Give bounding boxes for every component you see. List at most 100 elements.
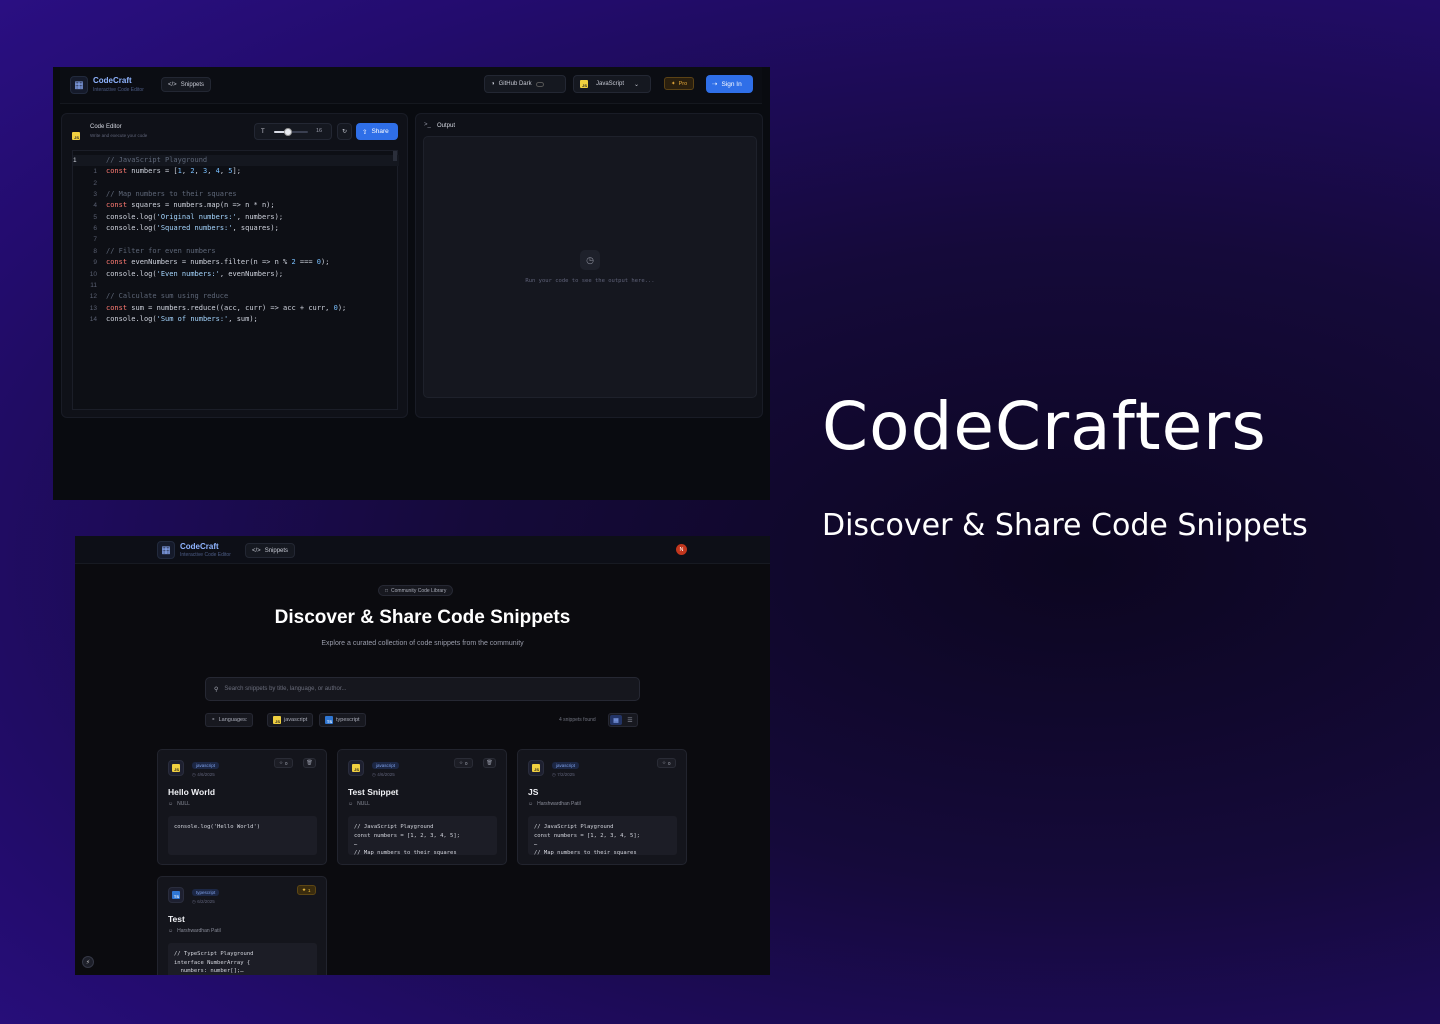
snippet-title[interactable]: Test [168,914,185,924]
brand-name[interactable]: CodeCraft [93,76,132,85]
languages-label-text: Languages: [218,717,248,723]
typescript-icon: TS [168,887,184,903]
editor-scrollbar[interactable] [393,151,397,161]
line-number: 13 [89,304,97,312]
list-view-icon[interactable]: ☰ [624,715,636,725]
line-number: 14 [89,315,97,323]
language-badge: javascript [372,762,400,769]
snippet-card[interactable]: JS javascript ◷ 4/6/2025 ☆ 0 🗑 Hello World ☺ NUL… [157,749,327,865]
page-subtitle: Explore a curated collection of code sni… [321,640,524,647]
search-input[interactable]: ⚲ Search snippets by title, language, or… [205,677,640,701]
search-placeholder: Search snippets by title, language, or a… [224,686,347,692]
reset-icon: ↻ [341,129,348,135]
font-size-slider[interactable] [274,128,308,136]
code-line: const squares = numbers.map(n => n * n); [106,201,275,210]
sign-in-button[interactable]: ⇢ Sign In [706,75,753,93]
code-preview[interactable]: console.log('Hello World') [168,816,317,855]
pro-badge[interactable]: ✦ Pro [664,77,695,90]
editor-panel: JS Code Editor Write and execute your co… [61,113,408,418]
snippet-date: ◷ 6/2/2025 [192,899,215,905]
code-line: console.log('Original numbers:', numbers… [106,212,284,221]
snippets-nav-button[interactable]: </> Snippets [245,543,296,558]
star-icon: ★ [302,887,307,892]
author-name: Harshwardhan Patil [537,801,581,807]
editor-header: ▦ CodeCraft Interactive Code Editor </> … [60,67,762,104]
code-preview[interactable]: // TypeScript Playground interface Numbe… [168,943,317,975]
output-panel: >_ Output ◷ Run your code to see the out… [415,113,763,418]
snippets-nav-label: Snippets [264,547,289,554]
theme-toggle-icon [535,81,544,87]
snippet-author: ☺ NULL [348,801,370,807]
snippets-nav-button[interactable]: </> Snippets [161,77,212,92]
snippet-title[interactable]: Hello World [168,787,215,797]
font-size-slider-knob[interactable] [283,128,292,136]
star-button[interactable]: ☆ 0 [657,758,676,768]
delete-button[interactable]: 🗑 [303,758,316,768]
editor-title: Code Editor [90,124,122,130]
date-text: 6/2/2025 [197,899,215,904]
line-number: 7 [93,236,97,244]
snippets-header: ▦ CodeCraft Interactive Code Editor </> … [75,536,770,564]
snippet-title[interactable]: Test Snippet [348,787,398,797]
star-button[interactable]: ★ 1 [297,885,316,895]
reset-button[interactable]: ↻ [337,123,352,140]
avatar[interactable]: N [676,544,687,555]
logo-icon[interactable]: ▦ [157,541,175,559]
star-count: 0 [285,760,288,766]
palette-icon: ◑ [491,81,495,87]
delete-button[interactable]: 🗑 [483,758,496,768]
author-name: NULL [177,801,190,807]
code-line: console.log('Even numbers:', evenNumbers… [106,269,284,278]
grid-view-icon[interactable]: ▦ [610,715,622,725]
brand-tagline: Interactive Code Editor [180,552,231,558]
language-selector[interactable]: JS JavaScript ⌄ [573,75,651,93]
code-preview[interactable]: // JavaScript Playground const numbers =… [528,816,677,855]
star-button[interactable]: ☆ 0 [454,758,473,768]
filter-typescript-label: typescript [336,717,360,723]
code-editor[interactable]: 1 // JavaScript Playground 1 const numbers… [72,150,399,410]
output-placeholder: Run your code to see the output here... [525,278,655,284]
snippet-card[interactable]: TS typescript ◷ 6/2/2025 ★ 1 Test ☺ Harshwardha… [157,876,327,975]
author-name: NULL [357,801,370,807]
terminal-icon: >_ [424,122,431,128]
language-badge: javascript [192,762,220,769]
hero-subtitle: Discover & Share Code Snippets [822,508,1308,543]
star-count: 1 [308,887,311,893]
line-number: 12 [89,293,97,301]
snippet-title[interactable]: JS [528,787,538,797]
star-button[interactable]: ☆ 0 [274,758,293,768]
brand-name[interactable]: CodeCraft [180,542,219,551]
code-preview-text: // JavaScript Playground const numbers =… [534,824,640,855]
share-icon: ⇧ [362,128,368,136]
line-number: 5 [93,213,97,221]
code-line: const numbers = [1, 2, 3, 4, 5]; [106,167,241,176]
bolt-icon[interactable]: ⚡ [82,956,94,968]
filter-javascript[interactable]: JS javascript [267,713,314,727]
code-icon: </> [252,547,261,554]
snippet-card[interactable]: JS javascript ◷ 4/6/2025 ☆ 0 🗑 Test Snippet ☺ NU… [337,749,507,865]
logo-icon[interactable]: ▦ [70,76,88,94]
date-text: 7/2/2025 [557,772,575,777]
date-text: 4/6/2025 [377,772,395,777]
languages-label: ⚬ Languages: [205,713,254,727]
theme-selector[interactable]: ◑ GitHub Dark [484,75,566,93]
brand-tagline: Interactive Code Editor [93,87,144,93]
login-icon: ⇢ [712,81,718,88]
trash-icon: 🗑 [306,760,313,766]
star-icon: ☆ [662,760,667,765]
code-preview[interactable]: // JavaScript Playground const numbers =… [348,816,497,855]
snippet-date: ◷ 4/6/2025 [372,772,395,778]
language-badge: javascript [552,762,580,769]
javascript-icon: JS [348,760,364,776]
filter-typescript[interactable]: TS typescript [319,713,366,727]
line-number: 1 [93,168,97,176]
share-button[interactable]: ⇧ Share [356,123,398,140]
snippet-card[interactable]: JS javascript ◷ 7/2/2025 ☆ 0 JS ☺ Harshwardhan … [517,749,687,865]
line-number: 11 [90,281,97,289]
star-icon: ☆ [459,760,464,765]
filter-javascript-label: javascript [284,717,308,723]
code-line: const evenNumbers = numbers.filter(n => … [106,258,330,267]
tag-icon: ⚬ [211,717,216,723]
view-toggle: ▦ ☰ [608,713,638,727]
javascript-icon: JS [168,760,184,776]
